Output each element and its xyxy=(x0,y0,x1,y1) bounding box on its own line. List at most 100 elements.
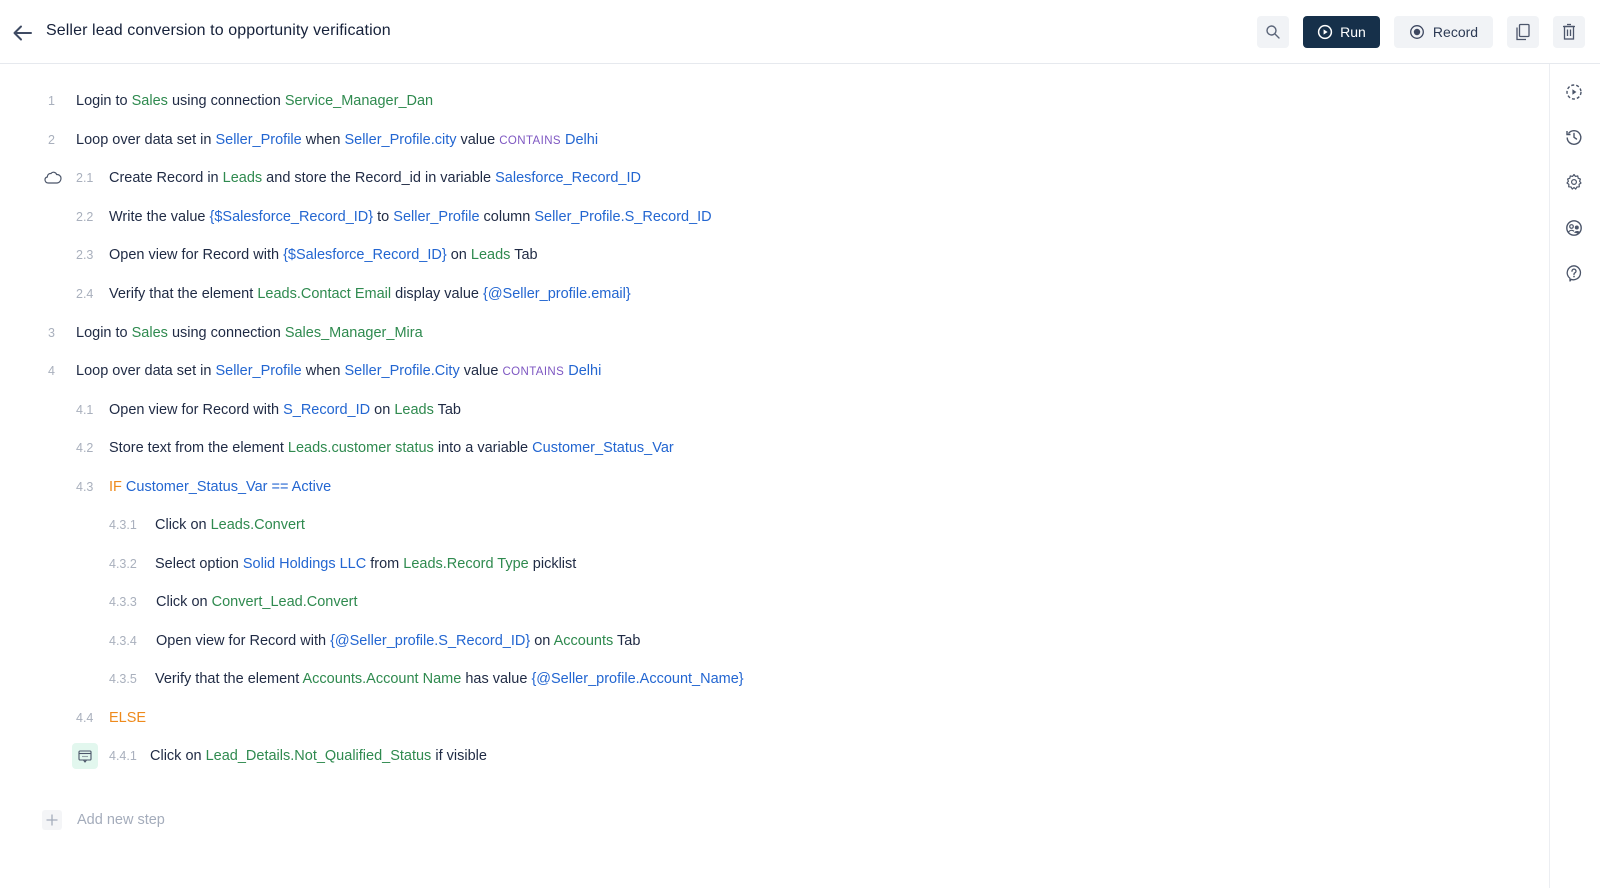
step-text: Login to Sales using connection Sales_Ma… xyxy=(76,325,423,341)
step-row[interactable]: 4.3 IF Customer_Status_Var == Active xyxy=(0,473,1500,501)
variable-ref[interactable]: Seller_Profile xyxy=(215,132,301,148)
back-button[interactable] xyxy=(10,20,36,46)
app-element-ref[interactable]: Leads xyxy=(471,247,511,263)
step-text-segment: column xyxy=(479,209,535,225)
app-element-ref[interactable]: Accounts.Account Name xyxy=(303,671,462,687)
record-label: Record xyxy=(1432,24,1479,40)
variable-ref[interactable]: S_Record_ID xyxy=(283,402,370,418)
step-text-segment: value xyxy=(456,132,500,148)
step-number: 2 xyxy=(48,133,55,147)
variable-ref[interactable]: Seller_Profile.City xyxy=(344,363,459,379)
app-element-ref[interactable]: Leads.Contact Email xyxy=(257,286,391,302)
variable-ref[interactable]: Delhi xyxy=(561,132,598,148)
step-number: 4.3.1 xyxy=(109,518,137,532)
step-text: ELSE xyxy=(109,710,146,726)
variable-ref[interactable]: Delhi xyxy=(564,363,601,379)
step-text: IF Customer_Status_Var == Active xyxy=(109,479,331,495)
app-element-ref[interactable]: Accounts xyxy=(554,633,614,649)
step-text: Select option Solid Holdings LLC from Le… xyxy=(155,556,576,572)
step-text-segment: Store text from the element xyxy=(109,440,288,456)
variable-ref[interactable]: Salesforce_Record_ID xyxy=(495,170,641,186)
step-row[interactable]: 2 Loop over data set in Seller_Profile wh… xyxy=(0,126,1500,154)
rail-history-button[interactable] xyxy=(1565,128,1583,146)
salesforce-cloud-icon xyxy=(44,171,62,185)
play-circle-dashed-icon xyxy=(1566,84,1582,100)
step-row[interactable]: 2.4 Verify that the element Leads.Contact… xyxy=(0,280,1500,308)
step-text-segment: Open view for Record with xyxy=(109,247,284,263)
step-text-segment: Loop over data set in xyxy=(76,132,216,148)
step-text-segment: to xyxy=(373,209,394,225)
step-text-segment: Verify that the element xyxy=(109,286,258,302)
app-element-ref[interactable]: Leads.customer status xyxy=(288,440,434,456)
copy-button[interactable] xyxy=(1507,16,1539,48)
variable-ref[interactable]: {$Salesforce_Record_ID} xyxy=(209,209,373,225)
variable-ref[interactable]: Solid Holdings LLC xyxy=(243,556,366,572)
variable-ref[interactable]: {@Seller_profile.Account_Name} xyxy=(531,671,743,687)
variable-ref[interactable]: Customer_Status_Var == Active xyxy=(122,479,331,495)
app-element-ref[interactable]: Leads.Convert xyxy=(211,517,305,533)
search-button[interactable] xyxy=(1257,16,1289,48)
add-new-step-button[interactable]: Add new step xyxy=(42,809,165,831)
variable-ref[interactable]: Seller_Profile.S_Record_ID xyxy=(534,209,711,225)
variable-ref[interactable]: Customer_Status_Var xyxy=(532,440,674,456)
record-button[interactable]: Record xyxy=(1394,16,1493,48)
variable-ref[interactable]: {$Salesforce_Record_ID} xyxy=(283,247,447,263)
step-row[interactable]: 2.3 Open view for Record with {$Salesforc… xyxy=(0,241,1500,269)
step-text-segment: Click on xyxy=(156,594,212,610)
step-row[interactable]: 4.3.5 Verify that the element Accounts.Ac… xyxy=(0,665,1500,693)
step-row[interactable]: 4.3.3 Click on Convert_Lead.Convert xyxy=(0,588,1500,616)
delete-button[interactable] xyxy=(1553,16,1585,48)
help-icon xyxy=(1566,265,1582,282)
step-row[interactable]: 4.4 ELSE xyxy=(0,704,1500,732)
page-title: Seller lead conversion to opportunity ve… xyxy=(46,22,391,39)
step-text: Loop over data set in Seller_Profile whe… xyxy=(76,132,598,148)
step-row[interactable]: 1 Login to Sales using connection Service… xyxy=(0,87,1500,115)
app-element-ref[interactable]: Leads xyxy=(394,402,434,418)
step-row[interactable]: 4.3.1 Click on Leads.Convert xyxy=(0,511,1500,539)
step-number: 1 xyxy=(48,94,55,108)
app-element-ref[interactable]: Leads xyxy=(223,170,263,186)
rail-settings-button[interactable] xyxy=(1565,173,1583,191)
step-row[interactable]: 2.1 Create Record in Leads and store the … xyxy=(0,164,1500,192)
app-element-ref[interactable]: Sales_Manager_Mira xyxy=(285,325,423,341)
step-text-segment: and store the Record_id in variable xyxy=(262,170,496,186)
run-button[interactable]: Run xyxy=(1303,16,1380,48)
variable-ref[interactable]: Seller_Profile xyxy=(393,209,479,225)
step-row[interactable]: 4.3.2 Select option Solid Holdings LLC fr… xyxy=(0,550,1500,578)
app-element-ref[interactable]: Service_Manager_Dan xyxy=(285,93,433,109)
step-text-segment: Write the value xyxy=(109,209,210,225)
control-flow-keyword: IF xyxy=(109,479,122,495)
variable-ref[interactable]: {@Seller_profile.S_Record_ID} xyxy=(330,633,530,649)
app-element-ref[interactable]: Convert_Lead.Convert xyxy=(212,594,358,610)
step-row[interactable]: 4.2 Store text from the element Leads.cus… xyxy=(0,434,1500,462)
app-element-ref[interactable]: Lead_Details.Not_Qualified_Status xyxy=(206,748,432,764)
operator-keyword: CONTAINS xyxy=(502,366,565,378)
step-number: 2.1 xyxy=(76,171,94,185)
step-number: 2.2 xyxy=(76,210,94,224)
variable-ref[interactable]: Seller_Profile.city xyxy=(344,132,456,148)
step-number: 4.3.5 xyxy=(109,672,137,686)
step-text-segment: Tab xyxy=(613,633,641,649)
step-row[interactable]: 2.2 Write the value {$Salesforce_Record_I… xyxy=(0,203,1500,231)
copy-icon xyxy=(1516,23,1530,41)
operator-keyword: CONTAINS xyxy=(499,135,561,147)
rail-run-preview-button[interactable] xyxy=(1565,83,1583,101)
app-element-ref[interactable]: Leads.Record Type xyxy=(403,556,528,572)
variable-ref[interactable]: {@Seller_profile.email} xyxy=(483,286,631,302)
step-row[interactable]: 4 Loop over data set in Seller_Profile wh… xyxy=(0,357,1500,385)
step-number: 4.3.3 xyxy=(109,595,137,609)
step-text-segment: using connection xyxy=(167,325,285,341)
variable-ref[interactable]: Seller_Profile xyxy=(215,363,301,379)
step-row[interactable]: 3 Login to Sales using connection Sales_M… xyxy=(0,319,1500,347)
app-element-ref[interactable]: Sales xyxy=(132,93,168,109)
step-text-segment: on xyxy=(446,247,471,263)
step-type-badge[interactable] xyxy=(72,743,98,769)
step-row[interactable]: 4.1 Open view for Record with S_Record_ID… xyxy=(0,396,1500,424)
step-number: 4.3 xyxy=(76,480,94,494)
step-row[interactable]: 4.4.1 Click on Lead_Details.Not_Qualified… xyxy=(0,742,1500,770)
app-element-ref[interactable]: Sales xyxy=(132,325,168,341)
step-text-segment: Verify that the element xyxy=(155,671,303,687)
rail-connections-button[interactable] xyxy=(1565,219,1583,237)
step-row[interactable]: 4.3.4 Open view for Record with {@Seller_… xyxy=(0,627,1500,655)
rail-help-button[interactable] xyxy=(1565,264,1583,282)
